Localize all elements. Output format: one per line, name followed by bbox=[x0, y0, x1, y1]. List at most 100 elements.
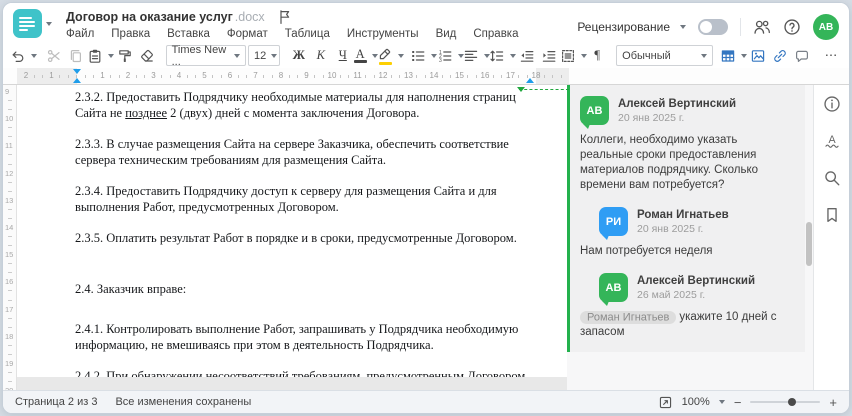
font-name-button[interactable]: Times New ... bbox=[165, 44, 246, 68]
info-icon[interactable] bbox=[823, 95, 841, 113]
table-button[interactable] bbox=[722, 45, 748, 66]
paragraph-style-button[interactable]: Обычный bbox=[616, 45, 713, 66]
numbered-list-button[interactable]: 123 bbox=[438, 45, 464, 66]
font-color-glyph: А bbox=[355, 46, 365, 61]
menu-item-6[interactable]: Инструменты bbox=[347, 28, 419, 40]
spellcheck-icon[interactable]: А bbox=[823, 132, 841, 150]
paragraph[interactable]: 2.4.1. Контролировать выполнение Работ, … bbox=[75, 321, 537, 353]
paragraph[interactable]: 2.3.5. Оплатить результат Работ в порядк… bbox=[75, 230, 537, 246]
ruler-tick bbox=[8, 100, 12, 101]
paragraph[interactable]: 2.3.3. В случае размещения Сайта на серв… bbox=[75, 136, 537, 168]
paragraph[interactable]: 2.3.2. Предоставить Подрядчику необходим… bbox=[75, 89, 537, 121]
more-button[interactable]: ⋯ bbox=[821, 45, 841, 66]
document-page[interactable]: 2.3.2. Предоставить Подрядчику необходим… bbox=[17, 85, 567, 377]
comment-button[interactable] bbox=[792, 45, 812, 66]
comment-meta: Алексей Вертинский 20 янв 2025 г. bbox=[618, 98, 736, 124]
bookmark-icon[interactable] bbox=[823, 206, 841, 224]
review-toggle[interactable] bbox=[698, 19, 728, 35]
menu-item-5[interactable]: Таблица bbox=[285, 28, 330, 40]
horizontal-ruler[interactable]: 2 1 1 2 3 4 5 6 7 8 9 10 11 12 13 14 15 16 17 18 bbox=[3, 68, 849, 85]
comment-text: Коллеги, необходимо указать реальные сро… bbox=[580, 134, 759, 191]
outdent-button[interactable] bbox=[517, 45, 537, 66]
nonprinting-chars-button[interactable]: ¶ bbox=[587, 45, 607, 66]
paragraph[interactable]: 2.4. Заказчик вправе: bbox=[75, 281, 537, 297]
zoom-in-button[interactable]: + bbox=[829, 396, 837, 409]
para-borders-button[interactable] bbox=[561, 45, 587, 66]
highlight-button[interactable] bbox=[378, 45, 405, 66]
scrollbar-thumb[interactable] bbox=[806, 222, 812, 266]
cut-button[interactable] bbox=[44, 45, 64, 66]
menu-item-3[interactable]: Вставка bbox=[167, 28, 210, 40]
ruler-number: 15 bbox=[455, 71, 464, 80]
menu-item-7[interactable]: Вид bbox=[436, 28, 457, 40]
app-logo-icon[interactable] bbox=[13, 9, 42, 38]
comment-avatar: АВ bbox=[599, 273, 628, 306]
scrollbar-track[interactable] bbox=[805, 85, 813, 390]
comment[interactable]: АВ Алексей Вертинский 26 май 2025 г. Роман … bbox=[580, 273, 793, 340]
comment-thread[interactable]: АВ Алексей Вертинский 20 янв 2025 г. Коллег… bbox=[567, 85, 805, 352]
font-color-button[interactable]: А bbox=[353, 45, 378, 66]
comment[interactable]: АВ Алексей Вертинский 20 янв 2025 г. Коллег… bbox=[580, 96, 793, 193]
comment-anchor-connector bbox=[517, 87, 569, 92]
app-menu-button[interactable] bbox=[13, 9, 52, 38]
zoom-level-select[interactable]: 100% bbox=[682, 396, 725, 408]
comment-author: Алексей Вертинский bbox=[637, 274, 756, 287]
help-icon[interactable] bbox=[783, 18, 801, 36]
image-button[interactable] bbox=[748, 45, 768, 66]
paragraph[interactable]: 2.3.4. Предоставить Подрядчику доступ к … bbox=[75, 183, 537, 215]
paste-button[interactable] bbox=[88, 45, 114, 66]
left-indent-marker[interactable] bbox=[73, 78, 81, 83]
link-button[interactable] bbox=[770, 45, 790, 66]
ruler-tick bbox=[8, 327, 12, 328]
ruler-tick bbox=[340, 75, 341, 78]
menu-item-8[interactable]: Справка bbox=[473, 28, 518, 40]
fit-width-icon[interactable] bbox=[658, 395, 673, 410]
bullet-list-button[interactable] bbox=[412, 45, 438, 66]
paragraph[interactable]: 2.4.2. При обнаружении несоответствий тр… bbox=[75, 368, 537, 377]
clear-style-button[interactable] bbox=[137, 45, 157, 66]
ruler-number: 10 bbox=[5, 114, 14, 124]
ruler-number: 16 bbox=[5, 277, 14, 287]
page-indicator[interactable]: Страница 2 из 3 bbox=[15, 396, 97, 408]
align-left-button[interactable] bbox=[464, 45, 490, 66]
ruler-tick bbox=[289, 75, 290, 78]
ruler-number: 10 bbox=[327, 71, 337, 80]
zoom-slider[interactable] bbox=[750, 398, 821, 406]
vertical-ruler[interactable]: 9 10 11 12 13 14 15 16 17 18 19 20 bbox=[3, 85, 17, 390]
flag-icon[interactable] bbox=[277, 9, 293, 25]
undo-button[interactable] bbox=[11, 45, 37, 66]
first-line-indent-marker[interactable] bbox=[73, 69, 81, 74]
collaboration-users-icon[interactable] bbox=[753, 18, 771, 36]
ruler-tick bbox=[476, 75, 477, 78]
ruler-tick bbox=[561, 75, 562, 78]
zoom-slider-handle[interactable] bbox=[788, 398, 797, 406]
bold-button[interactable]: Ж bbox=[289, 45, 309, 66]
ruler-tick bbox=[8, 318, 12, 319]
review-mode-button[interactable]: Рецензирование bbox=[577, 20, 686, 34]
menu-item-1[interactable]: Файл bbox=[66, 28, 94, 40]
format-painter-button[interactable] bbox=[115, 45, 135, 66]
ruler-number: 13 bbox=[5, 195, 14, 205]
ruler-tick bbox=[552, 75, 553, 78]
underline-button[interactable]: Ч bbox=[333, 45, 353, 66]
comment-avatar: РИ bbox=[599, 207, 628, 240]
font-size-button[interactable]: 12 bbox=[247, 45, 280, 66]
ruler-tick bbox=[416, 75, 417, 78]
italic-button[interactable]: К bbox=[311, 45, 331, 66]
ruler-tick bbox=[8, 182, 12, 183]
ruler-tick bbox=[314, 75, 315, 78]
ruler-tick bbox=[93, 75, 94, 78]
search-icon[interactable] bbox=[823, 169, 841, 187]
comment-meta: Роман Игнатьев 20 янв 2025 г. bbox=[637, 209, 729, 235]
comment[interactable]: РИ Роман Игнатьев 20 янв 2025 г. Нам потреб… bbox=[580, 207, 793, 259]
indent-button[interactable] bbox=[539, 45, 559, 66]
copy-button[interactable] bbox=[66, 45, 86, 66]
zoom-out-button[interactable]: − bbox=[734, 396, 742, 409]
user-avatar[interactable]: АВ bbox=[813, 14, 839, 40]
line-spacing-button[interactable] bbox=[490, 45, 517, 66]
text-run: 2.3.5. Оплатить результат Работ в порядк… bbox=[75, 231, 517, 245]
menu-item-4[interactable]: Формат bbox=[227, 28, 268, 40]
menu-item-2[interactable]: Правка bbox=[111, 28, 150, 40]
mention-badge[interactable]: Роман Игнатьев bbox=[580, 310, 677, 324]
ruler-tick bbox=[442, 75, 443, 78]
